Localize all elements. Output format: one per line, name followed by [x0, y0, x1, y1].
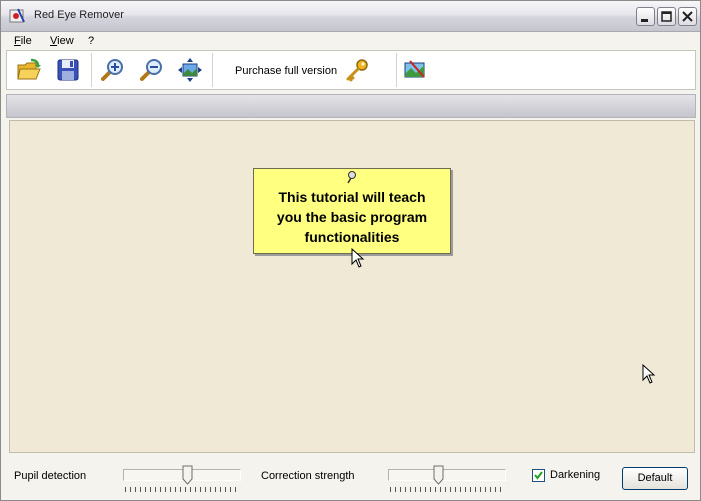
window-title: Red Eye Remover — [34, 9, 124, 21]
menu-view[interactable]: View — [50, 35, 74, 47]
purchase-key-button[interactable] — [344, 57, 370, 83]
pupil-detection-slider[interactable] — [123, 465, 241, 495]
app-window: Red Eye Remover File View ? Purchase ful… — [0, 0, 701, 501]
slider-thumb[interactable] — [433, 465, 444, 485]
slider-ticks — [125, 487, 239, 492]
open-button[interactable] — [16, 57, 42, 83]
pupil-detection-label: Pupil detection — [14, 470, 87, 482]
zoom-out-icon — [140, 59, 162, 81]
menu-file-accel: F — [14, 35, 21, 47]
image-header-strip — [6, 94, 696, 118]
darkening-checkbox[interactable] — [532, 469, 545, 482]
default-button[interactable]: Default — [622, 467, 688, 490]
tutorial-tooltip: This tutorial will teach you the basic p… — [253, 168, 451, 254]
maximize-button[interactable] — [657, 7, 676, 26]
purchase-full-version-link[interactable]: Purchase full version — [235, 65, 337, 77]
save-disk-icon — [57, 59, 79, 81]
tooltip-line: This tutorial will teach — [278, 189, 426, 205]
menu-bar: File View ? — [1, 32, 700, 50]
bottom-controls: Pupil detection Correction strength Dark… — [1, 459, 700, 499]
correction-strength-label: Correction strength — [261, 470, 355, 482]
tooltip-line: you the basic program — [276, 209, 428, 225]
menu-view-label: iew — [57, 35, 74, 47]
toolbar: Purchase full version — [6, 50, 696, 90]
slider-thumb[interactable] — [182, 465, 193, 485]
zoom-out-button[interactable] — [138, 57, 164, 83]
tooltip-message: This tutorial will teach you the basic p… — [254, 187, 450, 247]
mouse-pointer-icon — [351, 248, 365, 268]
checkmark-icon — [534, 471, 543, 480]
title-bar[interactable]: Red Eye Remover — [1, 1, 700, 32]
menu-help[interactable]: ? — [88, 35, 94, 47]
toolbar-separator — [396, 53, 397, 87]
open-folder-icon — [17, 58, 41, 80]
minimize-icon — [641, 19, 648, 22]
menu-file-label: ile — [20, 35, 32, 47]
maximize-icon — [661, 11, 672, 22]
toolbar-separator — [212, 53, 213, 87]
zoom-in-icon — [101, 59, 123, 81]
tooltip-line: functionalities — [304, 229, 400, 245]
key-icon — [346, 59, 368, 82]
minimize-button[interactable] — [636, 7, 655, 26]
edit-image-button[interactable] — [402, 57, 428, 83]
fit-to-window-button[interactable] — [177, 57, 203, 83]
fit-to-window-icon — [178, 58, 202, 82]
close-icon — [682, 11, 693, 22]
mouse-pointer-icon — [642, 364, 656, 384]
correction-strength-slider[interactable] — [388, 465, 506, 495]
edit-image-icon — [404, 60, 425, 78]
zoom-in-button[interactable] — [99, 57, 125, 83]
red-eye-app-icon — [9, 8, 25, 24]
darkening-label: Darkening — [550, 469, 601, 481]
menu-file[interactable]: File — [14, 35, 32, 47]
pushpin-icon — [347, 171, 356, 184]
toolbar-separator — [91, 53, 92, 87]
slider-ticks — [390, 487, 504, 492]
slider-track — [388, 469, 506, 481]
close-button[interactable] — [678, 7, 697, 26]
save-button[interactable] — [55, 57, 81, 83]
